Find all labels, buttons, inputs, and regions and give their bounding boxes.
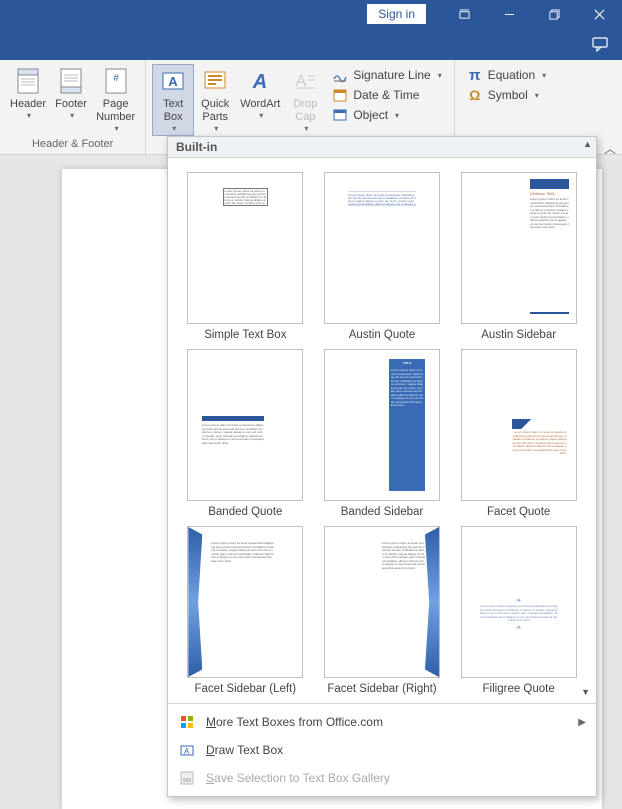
thumb-label: Facet Sidebar (Right) (327, 683, 436, 695)
ribbon-group-label: Header & Footer (6, 136, 139, 152)
footer-button[interactable]: Footer ▾ (50, 64, 92, 123)
draw-text-box-icon: A (178, 741, 196, 759)
quick-parts-label: Quick Parts (201, 98, 229, 124)
wordart-button[interactable]: A WordArt ▾ (236, 64, 284, 123)
equation-label: Equation (488, 68, 535, 82)
thumb-label: Banded Quote (208, 506, 282, 518)
signature-line-label: Signature Line (353, 68, 430, 82)
gallery-item-filigree-quote[interactable]: ❧Lorem ipsum dolor sit amet consectetur … (459, 526, 578, 695)
symbol-label: Symbol (488, 88, 528, 102)
date-time-label: Date & Time (353, 88, 419, 102)
gallery-item-austin-sidebar[interactable]: [Sidebar Title]Lorem ipsum dolor sit ame… (459, 172, 578, 341)
page-number-button[interactable]: # Page Number ▾ (92, 64, 139, 136)
chevron-down-icon: ▾ (395, 111, 399, 120)
svg-text:A: A (184, 747, 190, 756)
text-box-gallery: Built-in ▲ Lorem ipsum dolor sit amet co… (167, 136, 597, 797)
office-icon (178, 713, 196, 731)
chevron-down-icon: ▾ (214, 124, 218, 134)
drop-cap-label: Drop Cap (293, 98, 317, 124)
calendar-icon (332, 87, 348, 103)
gallery-item-austin-quote[interactable]: Lorem ipsum dolor sit amet consectetur a… (323, 172, 442, 341)
drop-cap-button[interactable]: A Drop Cap ▾ (284, 64, 326, 136)
chevron-down-icon: ▾ (542, 71, 546, 80)
object-label: Object (353, 108, 388, 122)
ribbon-display-options-icon[interactable] (442, 0, 487, 28)
ribbon-group-header-footer: Header ▾ Footer ▾ # Page Number ▾ Header… (0, 60, 146, 154)
sign-in-button[interactable]: Sign in (367, 4, 426, 24)
footer-label: Footer (55, 98, 87, 111)
symbol-button[interactable]: Ω Symbol ▾ (465, 86, 548, 104)
comments-icon[interactable] (592, 36, 608, 57)
draw-text-box-menu-item[interactable]: A Draw Text Box (168, 736, 596, 764)
gallery-item-banded-sidebar[interactable]: TITLELorem ipsum dolor sit amet consecte… (323, 349, 442, 518)
svg-text:A: A (169, 74, 179, 89)
equation-button[interactable]: π Equation ▾ (465, 66, 548, 84)
chevron-down-icon: ▾ (259, 111, 263, 121)
more-text-boxes-menu-item[interactable]: More Text Boxes from Office.com ▶ (168, 708, 596, 736)
save-gallery-icon (178, 769, 196, 787)
scroll-down-icon[interactable]: ▼ (581, 687, 590, 697)
gallery-item-facet-sidebar-right[interactable]: Lorem ipsum dolor sit amet consectetur a… (323, 526, 442, 695)
object-icon (332, 107, 348, 123)
pi-icon: π (467, 67, 483, 83)
thumb-label: Austin Sidebar (481, 329, 556, 341)
thumb-label: Facet Quote (487, 506, 550, 518)
signature-line-button[interactable]: Signature Line ▾ (330, 66, 443, 84)
chevron-down-icon: ▾ (304, 124, 308, 134)
title-bar: Sign in (0, 0, 622, 60)
chevron-down-icon: ▾ (535, 91, 539, 100)
text-box-button[interactable]: A Text Box ▾ (152, 64, 194, 136)
signature-icon (332, 67, 348, 83)
gallery-item-banded-quote[interactable]: Lorem ipsum dolor sit amet consectetur a… (186, 349, 305, 518)
thumb-label: Banded Sidebar (341, 506, 423, 518)
gallery-section-header: Built-in ▲ (168, 137, 596, 158)
quick-parts-button[interactable]: Quick Parts ▾ (194, 64, 236, 136)
header-button[interactable]: Header ▾ (6, 64, 50, 123)
close-icon[interactable] (577, 0, 622, 28)
restore-icon[interactable] (532, 0, 577, 28)
gallery-item-facet-quote[interactable]: Lorem ipsum dolor sit amet consectetur a… (459, 349, 578, 518)
thumb-label: Facet Sidebar (Left) (195, 683, 297, 695)
chevron-down-icon: ▾ (115, 124, 119, 134)
omega-icon: Ω (467, 87, 483, 103)
scroll-up-icon[interactable]: ▲ (583, 139, 592, 149)
thumb-label: Austin Quote (349, 329, 415, 341)
chevron-down-icon: ▾ (27, 111, 31, 121)
page-number-label: Page Number (96, 98, 135, 124)
svg-text:A: A (252, 71, 267, 93)
chevron-down-icon: ▾ (438, 71, 442, 80)
chevron-down-icon: ▾ (70, 111, 74, 121)
thumb-label: Simple Text Box (204, 329, 286, 341)
gallery-item-facet-sidebar-left[interactable]: Lorem ipsum dolor sit amet consectetur a… (186, 526, 305, 695)
text-box-label: Text Box (163, 98, 183, 124)
minimize-icon[interactable] (487, 0, 532, 28)
date-time-button[interactable]: Date & Time (330, 86, 443, 104)
gallery-item-simple-text-box[interactable]: Lorem ipsum dolor sit amet consectetur a… (186, 172, 305, 341)
chevron-right-icon: ▶ (578, 717, 586, 728)
thumb-label: Filigree Quote (483, 683, 555, 695)
wordart-label: WordArt (240, 98, 280, 111)
svg-text:A: A (296, 73, 307, 90)
save-selection-menu-item: Save Selection to Text Box Gallery (168, 764, 596, 792)
chevron-down-icon: ▾ (172, 124, 176, 134)
header-label: Header (10, 98, 46, 111)
svg-text:#: # (113, 73, 119, 84)
object-button[interactable]: Object ▾ (330, 106, 443, 124)
